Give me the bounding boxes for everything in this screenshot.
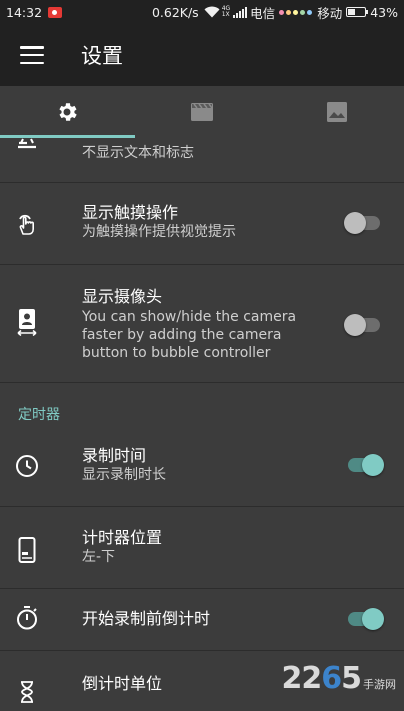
setting-subtitle: 不显示文本和标志: [82, 145, 194, 161]
setting-title: 显示触摸操作: [82, 203, 179, 222]
setting-title: 录制时间: [82, 446, 147, 465]
status-time: 14:32: [6, 4, 43, 20]
battery-percent: 43%: [370, 4, 398, 20]
phone-icon: [14, 537, 40, 563]
hourglass-icon: [14, 679, 40, 705]
record-time-toggle[interactable]: [346, 453, 384, 477]
setting-title: 计时器位置: [82, 528, 163, 547]
signal-icon: [233, 6, 248, 18]
page-title: 设置: [81, 44, 123, 68]
recording-icon: [48, 6, 63, 18]
setting-hide-text[interactable]: 不显示文本和标志: [0, 138, 404, 183]
countdown-toggle[interactable]: [346, 607, 384, 631]
gear-icon: [59, 103, 78, 121]
clapperboard-icon: [191, 103, 213, 121]
network-speed: 0.62K/s: [151, 4, 199, 20]
setting-subtitle: You can show/hide the camera faster by a…: [82, 309, 297, 361]
settings-list: 不显示文本和标志 显示触摸操作 为触摸操作提供视觉提示 显示摄像头 You ca…: [0, 138, 404, 383]
tab-video[interactable]: [135, 86, 270, 138]
tab-bar: [0, 86, 404, 138]
site-watermark-logo: 2265 手游网: [281, 661, 397, 696]
carrier-2: 移动: [317, 5, 343, 21]
setting-subtitle: 显示录制时长: [82, 467, 166, 483]
setting-title: 开始录制前倒计时: [82, 609, 211, 628]
setting-subtitle: 左-下: [82, 549, 116, 565]
setting-show-touches[interactable]: 显示触摸操作 为触摸操作提供视觉提示: [0, 183, 404, 265]
section-header-timer: 定时器: [18, 407, 60, 423]
status-bar: 14:32 0.62K/s 4G 1X 电信 移动 43%: [0, 0, 404, 24]
touch-icon: [14, 211, 40, 237]
tab-image[interactable]: [269, 86, 404, 138]
carrier-1: 电信: [250, 5, 276, 21]
setting-title: 显示摄像头: [82, 287, 163, 306]
show-camera-toggle[interactable]: [344, 313, 382, 337]
notification-dots-icon: [279, 9, 313, 15]
network-type: 4G 1X: [221, 5, 231, 18]
wifi-icon: [204, 6, 220, 18]
menu-icon[interactable]: [20, 46, 44, 64]
stopwatch-icon: [14, 605, 40, 631]
image-icon: [326, 102, 347, 122]
setting-subtitle: 为触摸操作提供视觉提示: [82, 224, 236, 240]
setting-countdown[interactable]: 开始录制前倒计时: [0, 589, 404, 651]
camera-preview-icon: [14, 309, 40, 336]
setting-record-time[interactable]: 录制时间 显示录制时长: [0, 430, 404, 507]
watermark-icon: [14, 130, 40, 156]
app-bar: 设置: [0, 24, 404, 86]
setting-timer-position[interactable]: 计时器位置 左-下: [0, 507, 404, 589]
show-touches-toggle[interactable]: [344, 211, 382, 235]
battery-icon: [346, 7, 369, 17]
clock-icon: [14, 453, 40, 479]
setting-show-camera[interactable]: 显示摄像头 You can show/hide the camera faste…: [0, 265, 404, 383]
